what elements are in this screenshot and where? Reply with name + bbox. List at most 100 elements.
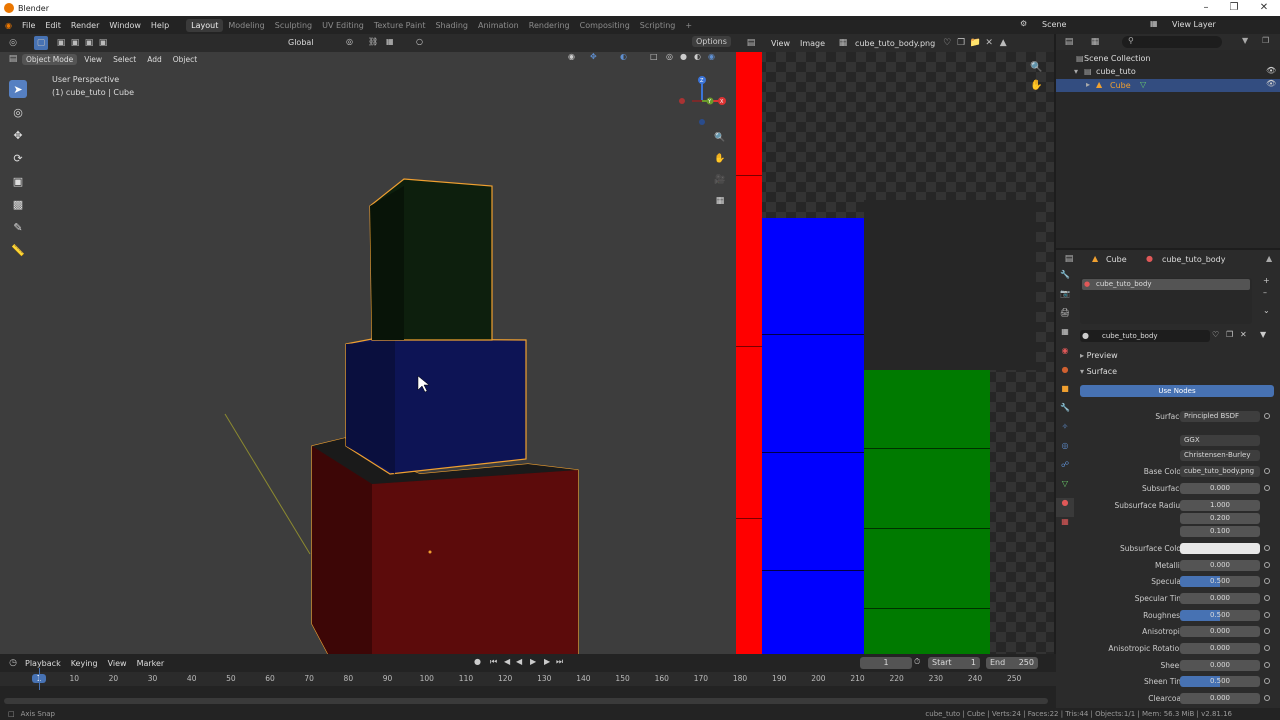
menu-keying[interactable]: Keying (66, 659, 103, 668)
scene-icon[interactable]: ⚙ (1020, 19, 1027, 28)
minimize-icon[interactable]: – (1192, 0, 1220, 16)
outliner-search-input[interactable] (1122, 36, 1222, 48)
unlink-image-icon[interactable]: ✕ (982, 36, 996, 50)
tab-animation[interactable]: Animation (473, 19, 524, 32)
properties-type-icon[interactable]: ▤ (1062, 252, 1076, 266)
tab-layout[interactable]: Layout (186, 18, 224, 32)
outliner-type-icon[interactable]: ▤ (1062, 35, 1076, 49)
menu-playback[interactable]: Playback (20, 659, 66, 668)
pin-icon[interactable]: ▲ (996, 36, 1010, 50)
prop-field[interactable]: 0.500 (1180, 576, 1260, 587)
tab-modeling[interactable]: Modeling (223, 19, 269, 32)
view-layer-tab-icon[interactable]: ▦ (1061, 327, 1069, 346)
add-slot-icon[interactable]: + (1263, 276, 1270, 285)
prop-field[interactable]: 1.000 (1180, 500, 1260, 511)
prop-field[interactable]: 0.000 (1180, 560, 1260, 571)
prop-field[interactable]: 0.000 (1180, 483, 1260, 494)
jump-end-icon[interactable]: ⏭ (556, 657, 563, 667)
add-workspace-icon[interactable]: + (680, 19, 697, 32)
image-pan-icon[interactable]: ✋ (1030, 80, 1042, 91)
tab-shading[interactable]: Shading (430, 19, 473, 32)
tab-sculpting[interactable]: Sculpting (270, 19, 317, 32)
next-keyframe-icon[interactable]: ▶ (544, 657, 550, 666)
fake-user-material-icon[interactable]: ♡ (1212, 330, 1219, 339)
socket-link-icon[interactable] (1264, 662, 1270, 668)
preview-panel-header[interactable]: ▸ Preview (1080, 351, 1118, 360)
open-image-icon[interactable]: 📁 (968, 36, 982, 50)
filter-icon[interactable]: ▼ (1242, 36, 1248, 45)
prop-field[interactable]: cube_tuto_body.png (1180, 466, 1260, 477)
menu-edit[interactable]: Edit (40, 21, 66, 30)
browse-material-icon[interactable]: ● (1082, 331, 1089, 340)
tab-texture-paint[interactable]: Texture Paint (369, 19, 431, 32)
timeline-ruler[interactable]: 1102030405060708090100110120130140150160… (0, 672, 1056, 686)
collection-visibility-icon[interactable]: 👁 (1266, 66, 1276, 75)
new-image-icon[interactable]: ❐ (954, 36, 968, 50)
prev-keyframe-icon[interactable]: ◀ (504, 657, 510, 666)
prop-field[interactable]: 0.500 (1180, 610, 1260, 621)
prop-field[interactable]: 0.000 (1180, 593, 1260, 604)
surface-panel-header[interactable]: ▾ Surface (1080, 367, 1117, 376)
duplicate-material-icon[interactable]: ❐ (1226, 330, 1233, 339)
link-menu-icon[interactable]: ▼ (1260, 330, 1266, 339)
maximize-icon[interactable]: ❐ (1220, 0, 1248, 16)
prop-field[interactable]: Principled BSDF (1180, 411, 1260, 422)
display-mode-icon[interactable]: ▦ (1088, 35, 1102, 49)
close-icon[interactable]: ✕ (1250, 0, 1278, 16)
jump-start-icon[interactable]: ⏮ (490, 657, 497, 667)
socket-link-icon[interactable] (1264, 562, 1270, 568)
record-icon[interactable]: ● (474, 657, 481, 666)
pin-properties-icon[interactable]: ▲ (1266, 254, 1272, 263)
prop-field[interactable]: Christensen-Burley (1180, 450, 1260, 461)
tab-scripting[interactable]: Scripting (635, 19, 681, 32)
tab-uv-editing[interactable]: UV Editing (317, 19, 369, 32)
outliner-object-name[interactable]: Cube (1110, 81, 1131, 90)
socket-link-icon[interactable] (1264, 485, 1270, 491)
image-zoom-icon[interactable]: 🔍 (1030, 62, 1042, 73)
prop-field[interactable]: 0.000 (1180, 643, 1260, 654)
timer-icon[interactable]: ⏱ (914, 657, 920, 667)
use-nodes-button[interactable]: Use Nodes (1080, 385, 1274, 397)
tab-rendering[interactable]: Rendering (524, 19, 575, 32)
socket-link-icon[interactable] (1264, 413, 1270, 419)
timeline-tracks[interactable] (0, 686, 1056, 708)
remove-slot-icon[interactable]: – (1263, 288, 1267, 297)
prop-field[interactable]: 0.000 (1180, 693, 1260, 704)
prop-field[interactable] (1180, 543, 1260, 554)
tab-compositing[interactable]: Compositing (575, 19, 635, 32)
view-layer-icon[interactable]: ▦ (1150, 19, 1158, 28)
tool-tab-icon[interactable]: 🔧 (1060, 270, 1070, 289)
socket-link-icon[interactable] (1264, 545, 1270, 551)
image-menu-image[interactable]: Image (795, 39, 830, 48)
expand-collection-icon[interactable]: ▾ (1074, 67, 1078, 76)
current-frame-field[interactable]: 1 (860, 657, 912, 669)
expand-object-icon[interactable]: ▸ (1086, 80, 1090, 89)
world-tab-icon[interactable]: ● (1062, 365, 1069, 384)
menu-window[interactable]: Window (104, 21, 146, 30)
image-menu-view[interactable]: View (766, 39, 795, 48)
outliner-scene-collection[interactable]: Scene Collection (1084, 54, 1151, 63)
prop-field[interactable]: 0.000 (1180, 660, 1260, 671)
prop-field[interactable]: 0.100 (1180, 526, 1260, 537)
output-tab-icon[interactable]: 🖨 (1060, 308, 1070, 327)
outliner-collection[interactable]: cube_tuto (1096, 67, 1136, 76)
timeline-type-icon[interactable]: ◷ (6, 656, 20, 670)
unlink-material-icon[interactable]: ✕ (1240, 330, 1247, 339)
scene-tab-icon[interactable]: ◉ (1062, 346, 1069, 365)
menu-help[interactable]: Help (146, 21, 174, 30)
end-frame-field[interactable]: End 250 (986, 657, 1038, 669)
blender-menu-icon[interactable]: ◉ (0, 21, 17, 30)
socket-link-icon[interactable] (1264, 595, 1270, 601)
menu-file[interactable]: File (17, 21, 40, 30)
socket-link-icon[interactable] (1264, 578, 1270, 584)
menu-render[interactable]: Render (66, 21, 104, 30)
menu-view-timeline[interactable]: View (103, 659, 132, 668)
fake-user-icon[interactable]: ♡ (940, 36, 954, 50)
new-collection-icon[interactable]: ❐ (1262, 36, 1269, 45)
3d-viewport[interactable]: ◎ ▢ ▣ ▣ ▣ ▣ Global ◎ ⛓ ▦ ○ Options ▤ Obj… (0, 34, 736, 654)
render-tab-icon[interactable]: 📷 (1060, 289, 1070, 308)
play-icon[interactable]: ▶ (530, 657, 536, 666)
object-visibility-icon[interactable]: 👁 (1266, 79, 1276, 88)
view-layer-name[interactable]: View Layer (1172, 20, 1216, 29)
material-slot-item[interactable]: cube_tuto_body (1082, 279, 1250, 290)
